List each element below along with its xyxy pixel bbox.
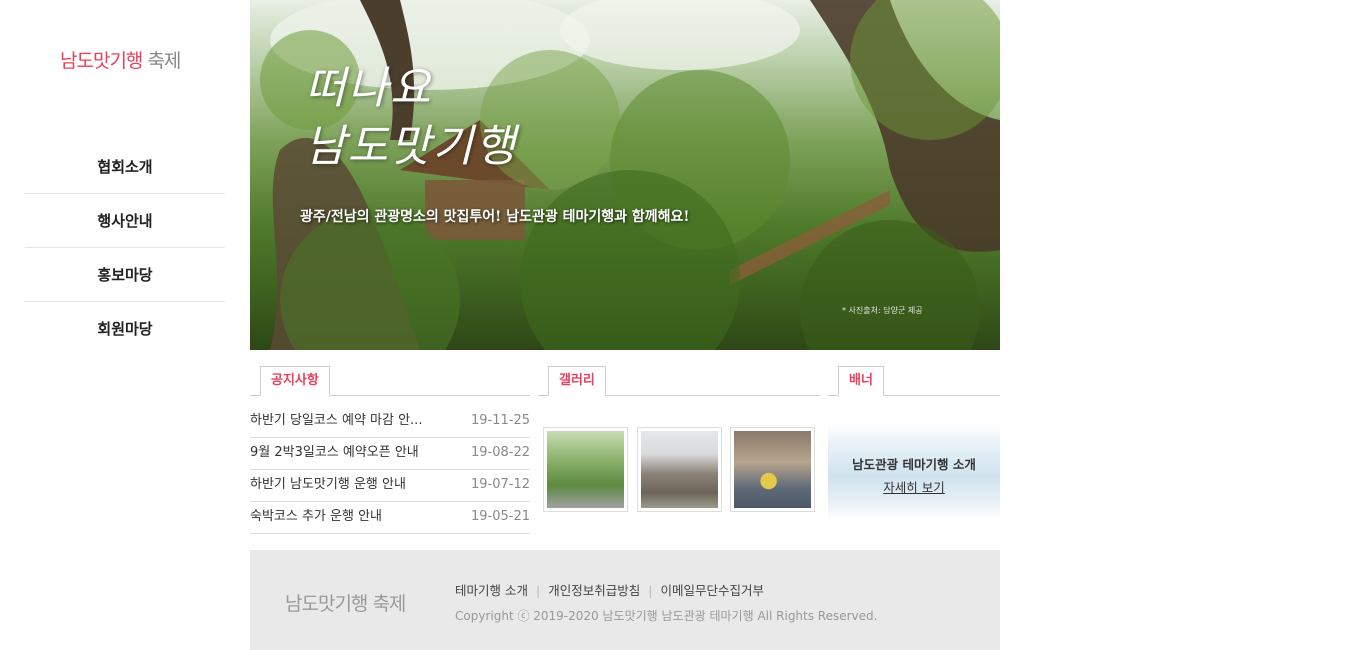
hero-subtitle: 광주/전남의 관광명소의 맛집투어! 남도관광 테마기행과 함께해요! xyxy=(300,209,690,225)
gallery-thumbnail-forest-path[interactable] xyxy=(543,427,628,512)
notice-item[interactable]: 숙박코스 추가 운행 안내 19-05-21 xyxy=(250,502,530,534)
nav-item-promotion[interactable]: 홍보마당 xyxy=(25,248,225,302)
tab-banner[interactable]: 배너 xyxy=(838,366,884,396)
hero-title-line1: 떠나요 xyxy=(305,63,433,114)
forest-path-image xyxy=(547,431,624,508)
gallery-thumbnails xyxy=(543,427,816,512)
footer-link-about[interactable]: 테마기행 소개 xyxy=(455,583,528,598)
old-building-image xyxy=(641,431,718,508)
notice-title: 하반기 당일코스 예약 마감 안... xyxy=(250,413,423,428)
site-logo[interactable]: 남도맛기행 축제 xyxy=(60,46,181,73)
logo-sub-text: 축제 xyxy=(147,50,181,72)
banner-title: 남도관광 테마기행 소개 xyxy=(852,457,976,472)
notice-list: 하반기 당일코스 예약 마감 안... 19-11-25 9월 2박3일코스 예… xyxy=(250,406,530,534)
hero-title: 떠나요 남도맛기행 xyxy=(305,60,517,176)
notice-date: 19-07-12 xyxy=(470,477,530,492)
footer-separator: | xyxy=(535,583,541,598)
gallery-section-header: 갤러리 xyxy=(538,366,820,396)
banner-section-header: 배너 xyxy=(828,366,1000,396)
tab-gallery[interactable]: 갤러리 xyxy=(548,366,606,396)
nav-item-members[interactable]: 회원마당 xyxy=(25,302,225,356)
notice-date: 19-08-22 xyxy=(470,445,530,460)
banner-more-link[interactable]: 자세히 보기 xyxy=(828,477,1000,496)
logo-main-text: 남도맛기행 xyxy=(60,50,143,72)
hero-photo-credit: * 사진출처: 담양군 제공 xyxy=(842,306,923,315)
notice-title: 숙박코스 추가 운행 안내 xyxy=(250,509,382,524)
banner-card[interactable]: 남도관광 테마기행 소개 자세히 보기 xyxy=(828,424,1000,520)
notice-title: 하반기 남도맛기행 운행 안내 xyxy=(250,477,406,492)
notice-date: 19-05-21 xyxy=(470,509,530,524)
footer-logo: 남도맛기행 축제 xyxy=(285,593,406,615)
gallery-thumbnail-exhibition[interactable] xyxy=(730,427,815,512)
notice-item[interactable]: 9월 2박3일코스 예약오픈 안내 19-08-22 xyxy=(250,438,530,470)
footer-link-privacy[interactable]: 개인정보취급방침 xyxy=(548,583,640,598)
hero-banner: 떠나요 남도맛기행 광주/전남의 관광명소의 맛집투어! 남도관광 테마기행과 … xyxy=(250,0,1000,350)
notice-item[interactable]: 하반기 남도맛기행 운행 안내 19-07-12 xyxy=(250,470,530,502)
footer-links: 테마기행 소개 | 개인정보취급방침 | 이메일무단수집거부 xyxy=(455,580,764,599)
page: 남도맛기행 축제 협회소개 행사안내 홍보마당 회원마당 떠나요 남도맛기행 광… xyxy=(0,0,1349,650)
notice-date: 19-11-25 xyxy=(470,413,530,428)
sidebar: 남도맛기행 축제 협회소개 행사안내 홍보마당 회원마당 xyxy=(0,0,250,650)
notice-section-header: 공지사항 xyxy=(250,366,530,396)
tab-notice[interactable]: 공지사항 xyxy=(260,366,330,396)
notice-title: 9월 2박3일코스 예약오픈 안내 xyxy=(250,445,419,460)
nav-item-events[interactable]: 행사안내 xyxy=(25,194,225,248)
footer-separator: | xyxy=(648,583,653,598)
main-nav: 협회소개 행사안내 홍보마당 회원마당 xyxy=(25,140,225,356)
notice-item[interactable]: 하반기 당일코스 예약 마감 안... 19-11-25 xyxy=(250,406,530,438)
copyright-text: Copyright ⓒ 2019-2020 남도맛기행 남도관광 테마기행 Al… xyxy=(455,609,878,623)
gallery-thumbnail-old-building[interactable] xyxy=(637,427,722,512)
nav-item-about[interactable]: 협회소개 xyxy=(25,140,225,194)
footer: 남도맛기행 축제 테마기행 소개 | 개인정보취급방침 | 이메일무단수집거부 Copy… xyxy=(250,550,1000,650)
exhibition-image xyxy=(734,431,811,508)
hero-title-line2: 남도맛기행 xyxy=(305,121,518,172)
footer-link-no-email[interactable]: 이메일무단수집거부 xyxy=(660,583,764,598)
